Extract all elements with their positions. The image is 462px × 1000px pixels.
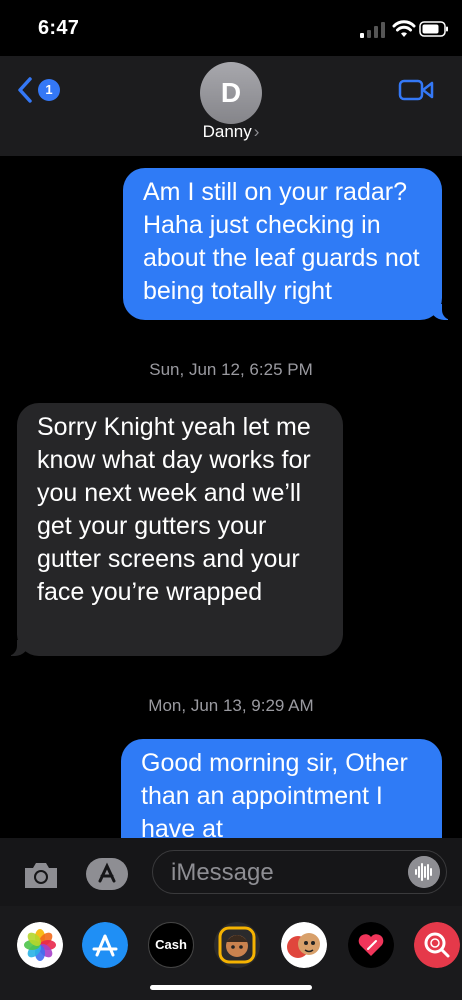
status-time: 6:47 bbox=[38, 17, 80, 39]
message-text: Good morning sir, Other than an appointm… bbox=[141, 749, 408, 843]
home-indicator[interactable] bbox=[150, 985, 312, 990]
message-timestamp: Mon, Jun 13, 9:29 AM bbox=[148, 696, 314, 715]
contact-name-row[interactable]: Danny › bbox=[0, 122, 462, 142]
chevron-right-icon: › bbox=[253, 122, 260, 141]
apple-cash-icon[interactable]: Cash bbox=[148, 922, 194, 968]
app-store-icon[interactable] bbox=[82, 922, 128, 968]
unread-badge: 1 bbox=[38, 79, 60, 101]
message-bubble-received[interactable]: Sorry Knight yeah let me know what day w… bbox=[5, 403, 343, 656]
contact-avatar[interactable]: D bbox=[200, 62, 262, 124]
image-search-icon[interactable] bbox=[414, 922, 460, 968]
digital-touch-icon[interactable] bbox=[348, 922, 394, 968]
conversation-header: 1 D Danny › bbox=[0, 56, 462, 156]
cellular-signal-icon bbox=[360, 22, 385, 38]
message-input-bar: iMessage bbox=[0, 838, 462, 906]
chevron-left-icon bbox=[18, 77, 32, 103]
back-button[interactable]: 1 bbox=[18, 76, 62, 104]
contact-name: Danny bbox=[202, 122, 252, 141]
input-placeholder: iMessage bbox=[171, 859, 274, 886]
wifi-icon bbox=[392, 20, 416, 37]
imessage-input[interactable]: iMessage bbox=[152, 850, 447, 894]
apple-cash-label: Cash bbox=[155, 937, 187, 952]
memoji-stickers-icon[interactable] bbox=[214, 922, 260, 968]
animoji-icon[interactable] bbox=[281, 922, 327, 968]
message-text: Sorry Knight yeah let me know what day w… bbox=[37, 413, 311, 606]
message-timestamp: Sun, Jun 12, 6:25 PM bbox=[149, 360, 313, 379]
camera-icon[interactable] bbox=[21, 859, 61, 891]
message-bubble-sent[interactable]: Am I still on your radar? Haha just chec… bbox=[123, 168, 454, 320]
status-bar: 6:47 bbox=[0, 0, 462, 56]
audio-message-icon[interactable] bbox=[408, 856, 440, 888]
battery-icon bbox=[419, 21, 448, 37]
app-store-apps-icon[interactable] bbox=[85, 857, 129, 891]
message-text: Am I still on your radar? Haha just chec… bbox=[143, 178, 420, 305]
facetime-video-icon[interactable] bbox=[398, 78, 434, 102]
photos-app-icon[interactable] bbox=[17, 922, 63, 968]
